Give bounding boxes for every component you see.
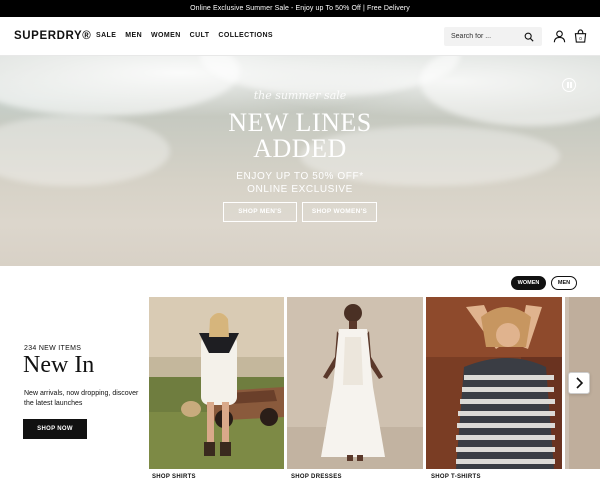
nav-item-women[interactable]: WOMEN — [151, 32, 181, 39]
search-box[interactable] — [444, 27, 542, 46]
search-input[interactable] — [451, 27, 523, 46]
nav-item-collections[interactable]: COLLECTIONS — [218, 32, 273, 39]
shop-now-button[interactable]: SHOP NOW — [23, 419, 87, 439]
toggle-women[interactable]: WOMEN — [511, 276, 546, 290]
card-image-dresses — [287, 297, 423, 469]
toggle-men[interactable]: MEN — [551, 276, 577, 290]
card-image-tshirts — [426, 297, 562, 469]
hero-title-line2: ADDED — [253, 134, 347, 163]
product-card-dresses[interactable] — [287, 297, 423, 469]
chevron-right-icon — [576, 377, 584, 389]
card-label-tshirts[interactable]: SHOP T-SHIRTS — [431, 474, 481, 480]
nav-item-cult[interactable]: CULT — [190, 32, 210, 39]
hero-title-line1: NEW LINES — [228, 108, 372, 137]
new-in-description: New arrivals, now dropping, discover the… — [24, 390, 139, 407]
promo-bar[interactable]: Online Exclusive Summer Sale - Enjoy up … — [0, 0, 600, 17]
svg-text:0: 0 — [579, 36, 582, 41]
new-items-count: 234 NEW ITEMS — [24, 345, 82, 352]
hero-subtitle: ENJOY UP TO 50% OFF* ONLINE EXCLUSIVE — [0, 170, 600, 196]
hero-subtitle-line1: ENJOY UP TO 50% OFF* — [236, 171, 364, 182]
shop-mens-button[interactable]: SHOP MEN'S — [223, 202, 297, 222]
user-icon[interactable] — [553, 30, 566, 43]
new-in-title: New In — [23, 352, 95, 378]
product-card-tshirts[interactable] — [426, 297, 562, 469]
site-header: SUPERDRY® SALE MEN WOMEN CULT COLLECTION… — [0, 17, 600, 56]
logo[interactable]: SUPERDRY® — [14, 30, 91, 42]
hero-title: NEW LINES ADDED — [0, 110, 600, 162]
card-label-dresses[interactable]: SHOP DRESSES — [291, 474, 342, 480]
card-label-shirts[interactable]: SHOP SHIRTS — [152, 474, 196, 480]
nav-item-sale[interactable]: SALE — [96, 32, 116, 39]
product-card-shirts[interactable] — [149, 297, 284, 469]
shop-womens-button[interactable]: SHOP WOMEN'S — [302, 202, 377, 222]
bag-icon[interactable]: 0 — [574, 29, 587, 43]
main-nav: SALE MEN WOMEN CULT COLLECTIONS — [96, 32, 273, 39]
card-image-shirts — [149, 297, 284, 469]
hero-banner[interactable]: the summer sale NEW LINES ADDED ENJOY UP… — [0, 56, 600, 266]
carousel-next-button[interactable] — [568, 372, 590, 394]
nav-item-men[interactable]: MEN — [125, 32, 142, 39]
search-icon[interactable] — [524, 32, 534, 42]
pause-icon[interactable] — [562, 78, 576, 92]
hero-tagline: the summer sale — [253, 89, 347, 102]
hero-subtitle-line2: ONLINE EXCLUSIVE — [247, 184, 353, 195]
